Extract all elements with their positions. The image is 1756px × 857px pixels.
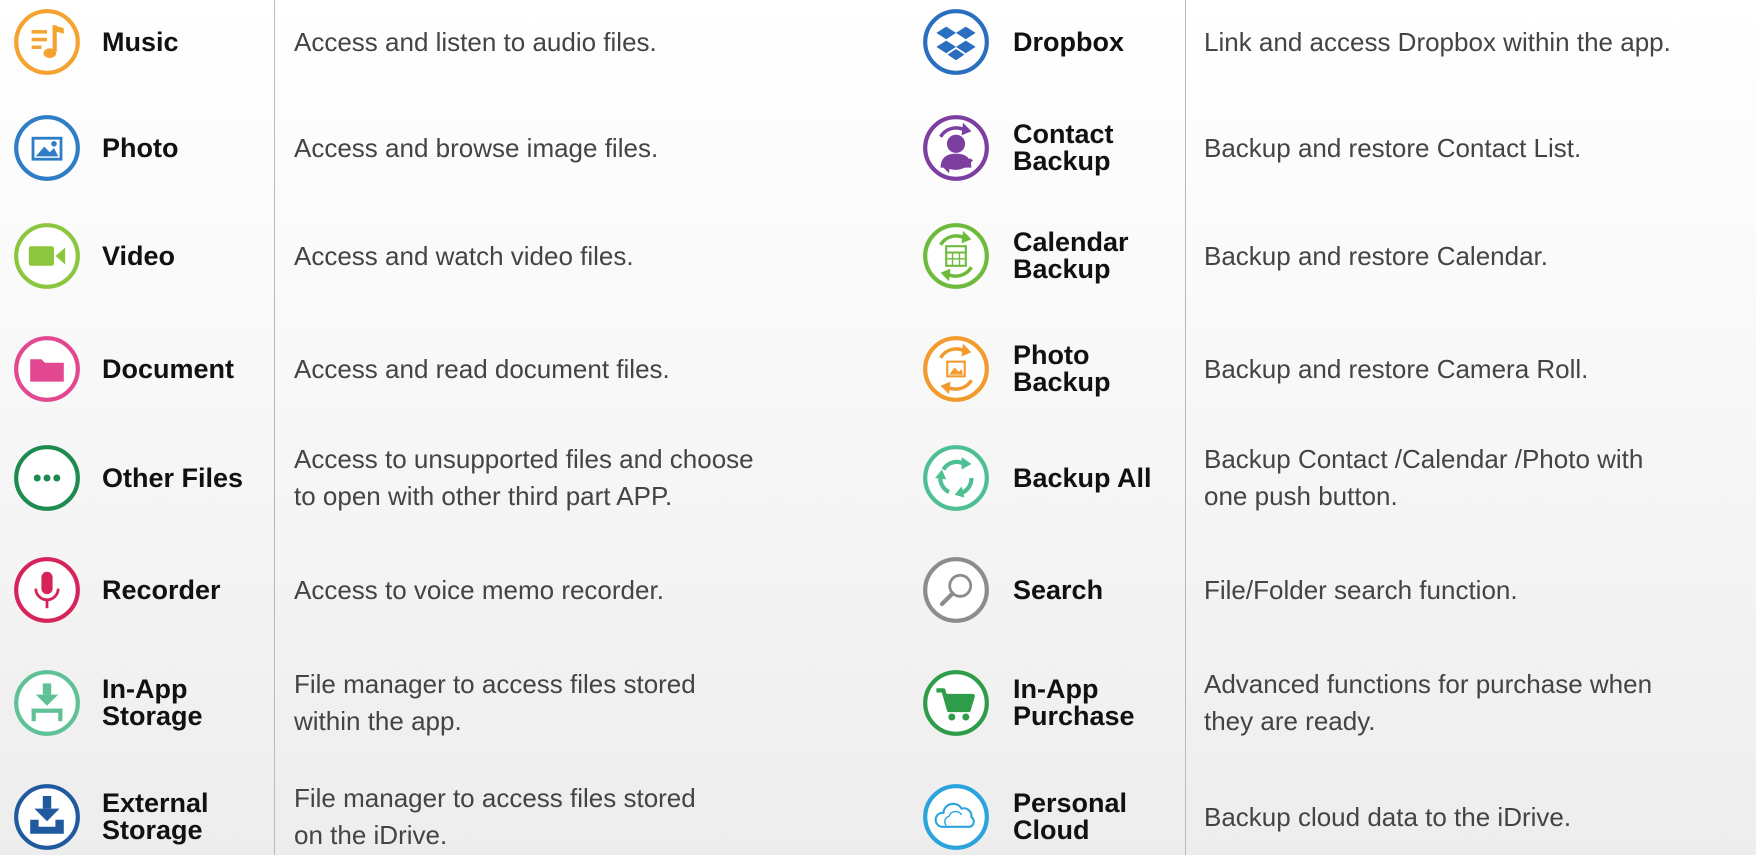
search-label: Search <box>1013 574 1104 605</box>
other-files-label: Other Files <box>102 462 244 493</box>
search-icon <box>921 555 991 625</box>
right-column-divider <box>1185 0 1186 855</box>
external-storage-label: External Storage <box>102 788 209 845</box>
music-label: Music <box>102 26 179 57</box>
calendar-backup-label: Calendar Backup <box>1013 227 1129 284</box>
dropbox-icon <box>921 7 991 77</box>
microphone-icon <box>12 555 82 625</box>
personal-cloud-label: Personal Cloud <box>1013 788 1128 845</box>
external-storage-description: File manager to access files stored on t… <box>294 783 696 850</box>
personal-cloud-description: Backup cloud data to the iDrive. <box>1204 801 1572 832</box>
backup-all-icon <box>921 443 991 513</box>
photo-backup-description: Backup and restore Camera Roll. <box>1204 353 1589 384</box>
contact-backup-description: Backup and restore Contact List. <box>1204 132 1582 163</box>
music-note-icon <box>12 7 82 77</box>
cloud-icon <box>921 782 991 852</box>
left-column-divider <box>274 0 275 855</box>
image-icon <box>12 113 82 183</box>
video-label: Video <box>102 240 176 271</box>
feature-table: Music Access and listen to audio files. P… <box>0 0 1756 855</box>
calendar-backup-description: Backup and restore Calendar. <box>1204 240 1548 271</box>
video-description: Access and watch video files. <box>294 240 634 271</box>
photo-backup-label: Photo Backup <box>1013 340 1111 397</box>
more-dots-icon <box>12 443 82 513</box>
search-description: File/Folder search function. <box>1204 574 1518 605</box>
contact-backup-label: Contact Backup <box>1013 119 1114 176</box>
download-drive-icon <box>12 782 82 852</box>
dropbox-label: Dropbox <box>1013 26 1124 57</box>
photo-label: Photo <box>102 132 179 163</box>
document-label: Document <box>102 353 235 384</box>
other-files-description: Access to unsupported files and choose t… <box>294 444 754 511</box>
recorder-description: Access to voice memo recorder. <box>294 574 664 605</box>
in-app-storage-description: File manager to access files stored with… <box>294 669 696 736</box>
backup-all-label: Backup All <box>1013 462 1152 493</box>
music-description: Access and listen to audio files. <box>294 26 657 57</box>
in-app-purchase-label: In-App Purchase <box>1013 674 1135 731</box>
shopping-cart-icon <box>921 668 991 738</box>
contact-backup-icon <box>921 113 991 183</box>
calendar-backup-icon <box>921 221 991 291</box>
download-tray-icon <box>12 668 82 738</box>
photo-backup-icon <box>921 334 991 404</box>
document-description: Access and read document files. <box>294 353 670 384</box>
video-camera-icon <box>12 221 82 291</box>
backup-all-description: Backup Contact /Calendar /Photo with one… <box>1204 444 1644 511</box>
in-app-storage-label: In-App Storage <box>102 674 203 731</box>
in-app-purchase-description: Advanced functions for purchase when the… <box>1204 669 1653 736</box>
recorder-label: Recorder <box>102 574 221 605</box>
folder-icon <box>12 334 82 404</box>
dropbox-description: Link and access Dropbox within the app. <box>1204 26 1671 57</box>
photo-description: Access and browse image files. <box>294 132 659 163</box>
